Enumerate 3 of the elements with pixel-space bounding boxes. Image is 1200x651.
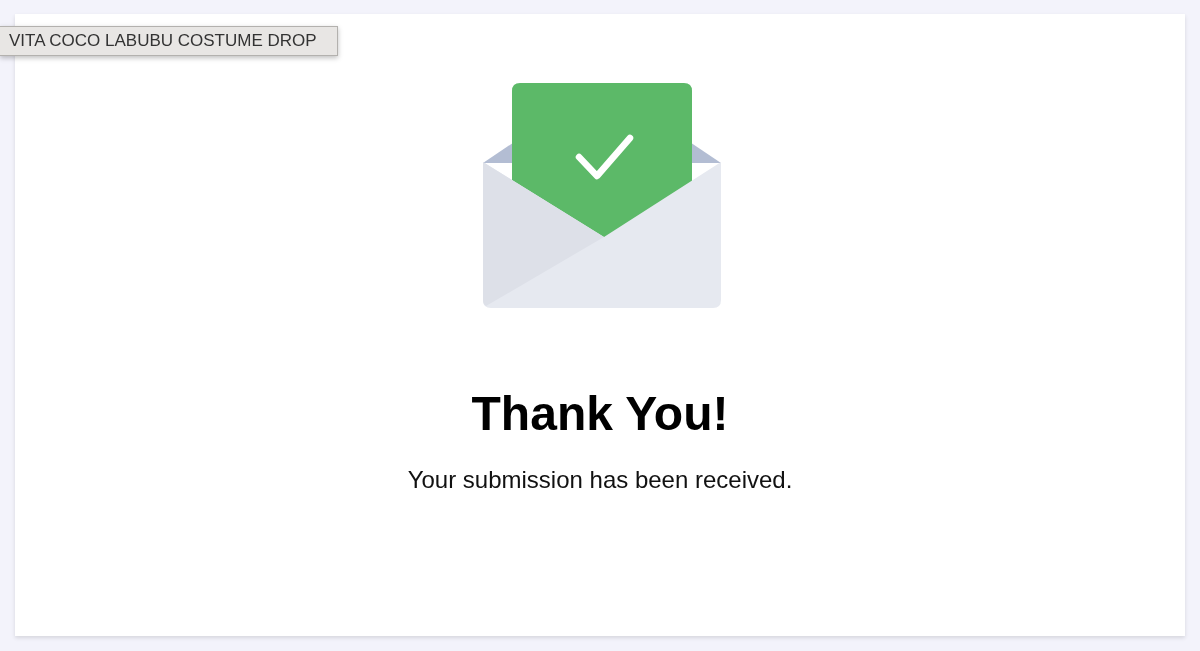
confirmation-message: Your submission has been received. — [407, 466, 793, 494]
thank-you-heading: Thank You! — [471, 386, 729, 442]
title-tooltip: VITA COCO LABUBU COSTUME DROP — [0, 26, 338, 56]
